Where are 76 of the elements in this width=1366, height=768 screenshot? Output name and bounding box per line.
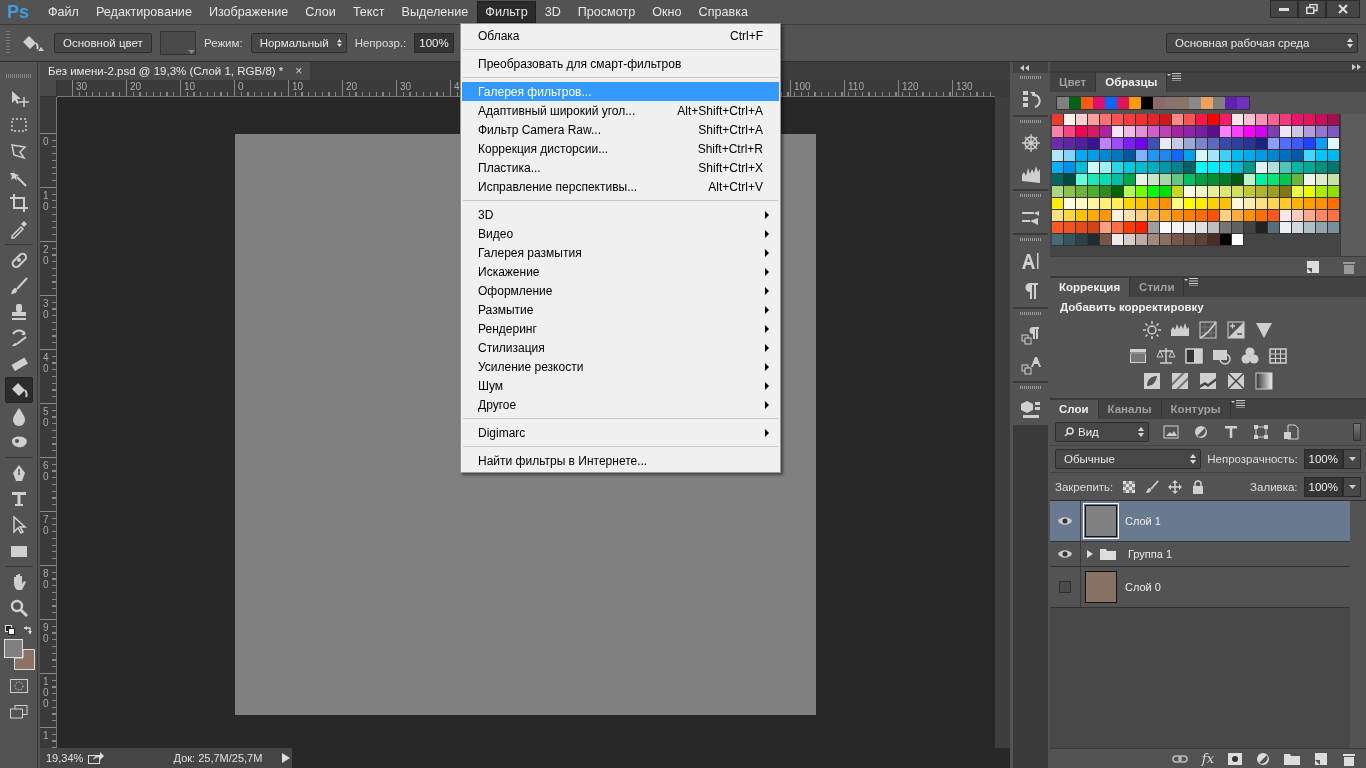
menu-item[interactable]: Оформление [462,281,779,300]
menu-item[interactable]: Пластика... Shift+Ctrl+X [462,158,779,177]
menu-item[interactable]: Фильтр Camera Raw... Shift+Ctrl+A [462,120,779,139]
app-logo: Ps [6,1,31,23]
ruler-label: 100 [43,676,50,709]
menu-item[interactable]: Облака Ctrl+F [462,26,779,45]
fill-source-select[interactable]: Основной цвет [54,33,152,53]
menu-item[interactable]: Найти фильтры в Интернете... [462,451,779,470]
menu-item[interactable]: Изображение [200,1,297,23]
menu-item[interactable]: Файл [40,1,87,23]
layer-name: Группа 1 [1128,548,1173,560]
panel-tab[interactable]: Стили [1130,278,1185,297]
menu-item[interactable]: Галерея размытия [462,243,779,262]
menu-item[interactable]: 3D [462,205,779,224]
ruler-label: 1 [43,730,50,741]
layer-row[interactable]: Слой 0 [1050,567,1350,608]
layer-row[interactable]: Слой 1 [1050,501,1350,542]
layer-name: Слой 0 [1125,581,1161,593]
panel-tab[interactable]: Каналы [1098,400,1162,419]
panel-tab[interactable]: Контуры [1161,400,1231,419]
menu-item[interactable]: Другое [462,395,779,414]
menu-item[interactable]: Видео [462,224,779,243]
fx-button[interactable]: fx [1201,751,1214,766]
ruler-label: 80 [43,568,50,590]
ruler-label: 20 [43,244,50,266]
ruler-label: 30 [43,298,50,320]
fill-label: Заливка: [1250,480,1298,493]
ruler-label: 70 [43,514,50,536]
panel-tab[interactable]: Слои [1050,400,1099,419]
ruler-label: 40 [43,352,50,374]
ruler-label: 10 [43,190,50,212]
menu-item[interactable]: Слои [297,1,344,23]
layer-name: Слой 1 [1125,515,1161,527]
mode-label: Режим: [204,37,243,49]
ruler-label: 90 [43,622,50,644]
menu-item[interactable]: Искажение [462,262,779,281]
mode-select[interactable]: Нормальный [250,33,347,53]
menu-item[interactable]: Адаптивный широкий угол... Alt+Shift+Ctrl+A [462,101,779,120]
panel-tab[interactable]: Образцы [1096,73,1168,92]
panel-tab[interactable]: Коррекция [1050,278,1131,297]
menu-item[interactable]: Фильтр [477,1,536,23]
opacity-field[interactable]: 100% [1303,449,1343,469]
menu-item[interactable]: Digimarc [462,423,779,442]
ruler-label: 50 [43,406,50,428]
menu-item[interactable]: Окно [644,1,690,23]
menu-item[interactable]: Исправление перспективы... Alt+Ctrl+V [462,177,779,196]
tab-close-button[interactable]: × [295,64,303,78]
menu-item[interactable]: Справка [690,1,756,23]
ruler-label: 60 [43,460,50,482]
opacity-field[interactable]: 100% [414,33,454,53]
menu-item[interactable]: Шум [462,376,779,395]
menu-item[interactable]: Стилизация [462,338,779,357]
layer-row[interactable]: Группа 1 [1050,542,1350,567]
menu-item[interactable]: Рендеринг [462,319,779,338]
workspace-select[interactable]: Основная рабочая среда [1166,33,1358,53]
lock-label: Закрепить: [1055,480,1114,493]
menu-item[interactable]: Редактирование [87,1,200,23]
blend-mode-select[interactable]: Обычные [1055,449,1202,469]
menu-item[interactable]: Просмотр [569,1,644,23]
document-size: Док: 25,7M/25,7M [172,752,264,764]
menu-item[interactable]: Текст [344,1,393,23]
opacity-label: Непрозрачность: [1207,453,1298,465]
filter-label: Вид [1078,426,1099,438]
menu-item[interactable]: Размытие [462,300,779,319]
fill-field[interactable]: 100% [1303,476,1343,497]
menu-item[interactable]: Коррекция дисторсии... Shift+Ctrl+R [462,139,779,158]
zoom-level[interactable]: 19,34% [40,752,88,764]
layer-filter-select[interactable]: Вид [1055,422,1149,442]
menu-item[interactable]: Преобразовать для смарт-фильтров [462,54,779,73]
menu-item[interactable]: Усиление резкости [462,357,779,376]
menu-item[interactable]: Выделение [393,1,477,23]
opacity-label: Непрозр.: [354,37,407,49]
panel-heading: Добавить корректировку [1060,301,1204,313]
document-tab[interactable]: Без имени-2.psd @ 19,3% (Слой 1, RGB/8) * × [40,62,311,80]
menu-item[interactable]: 3D [536,1,569,23]
ruler-label: 0 [43,136,50,147]
